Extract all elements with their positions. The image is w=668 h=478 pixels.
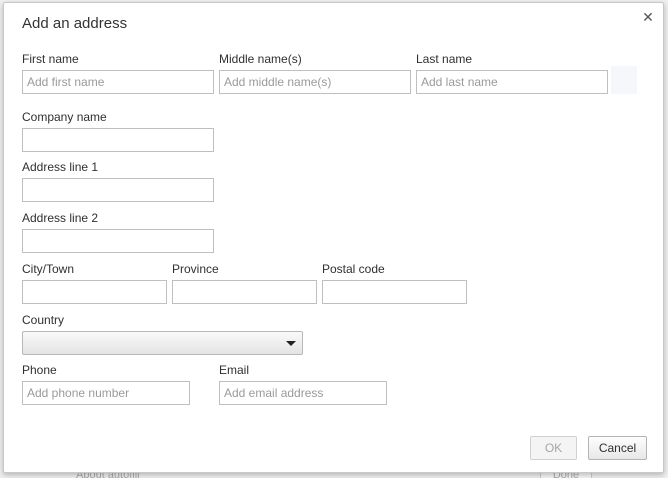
phone-label: Phone xyxy=(22,363,57,377)
postal-code-field[interactable] xyxy=(322,280,467,304)
email-field[interactable] xyxy=(219,381,387,405)
middle-name-field[interactable] xyxy=(219,70,411,94)
address-line-1-field[interactable] xyxy=(22,178,214,202)
last-name-label: Last name xyxy=(416,52,473,66)
email-label: Email xyxy=(219,363,250,377)
autofill-hint-area xyxy=(611,66,637,94)
city-field[interactable] xyxy=(22,280,167,304)
ok-button[interactable]: OK xyxy=(530,436,577,460)
city-label: City/Town xyxy=(22,262,75,276)
first-name-field[interactable] xyxy=(22,70,214,94)
close-icon[interactable]: ✕ xyxy=(641,10,655,24)
first-name-label: First name xyxy=(22,52,79,66)
add-address-dialog: Add an address ✕ First name Middle name(… xyxy=(3,2,664,473)
postal-code-label: Postal code xyxy=(322,262,385,276)
address-line-2-field[interactable] xyxy=(22,229,214,253)
country-label: Country xyxy=(22,313,65,327)
dropdown-arrow-icon xyxy=(286,341,296,346)
middle-name-label: Middle name(s) xyxy=(219,52,302,66)
address-line-2-label: Address line 2 xyxy=(22,211,99,225)
cancel-button[interactable]: Cancel xyxy=(588,436,647,460)
country-select[interactable] xyxy=(22,331,303,355)
address-line-1-label: Address line 1 xyxy=(22,160,99,174)
dialog-title: Add an address xyxy=(22,15,128,32)
last-name-field[interactable] xyxy=(416,70,608,94)
phone-field[interactable] xyxy=(22,381,190,405)
company-name-label: Company name xyxy=(22,110,107,124)
province-field[interactable] xyxy=(172,280,317,304)
company-name-field[interactable] xyxy=(22,128,214,152)
province-label: Province xyxy=(172,262,219,276)
